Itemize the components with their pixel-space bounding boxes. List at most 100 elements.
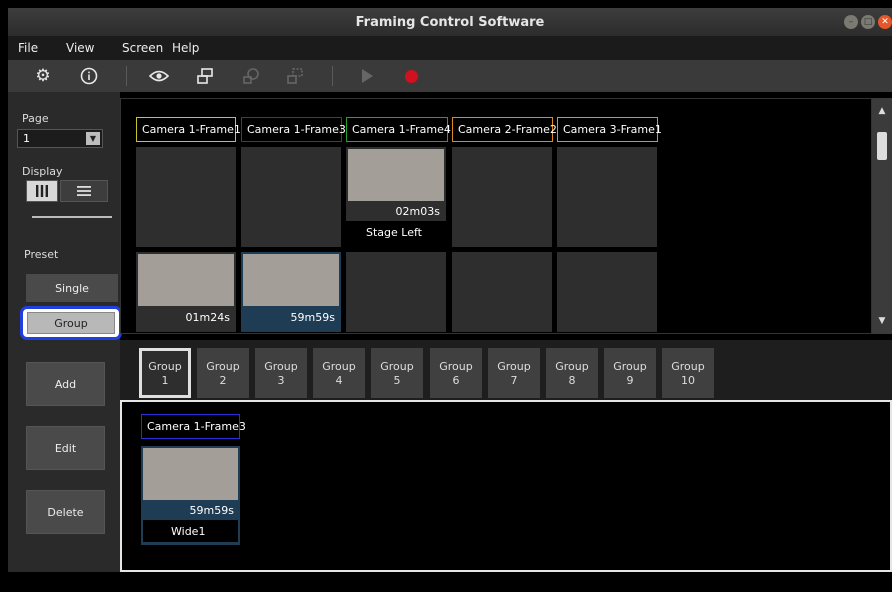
camera-label: Camera 1-Frame4 (346, 117, 451, 142)
frame-cell[interactable]: 01m24s (136, 252, 236, 332)
grid-view-icon (36, 185, 48, 197)
scroll-thumb[interactable] (877, 132, 887, 160)
preset-label: Preset (24, 248, 59, 261)
tab-group-5[interactable]: Group 5 (371, 348, 423, 398)
frame-cell[interactable] (241, 147, 341, 247)
delete-button[interactable]: Delete (26, 490, 105, 534)
tab-number: 2 (219, 374, 227, 387)
menu-file[interactable]: File (18, 41, 38, 55)
tab-label: Group (206, 360, 240, 373)
minimize-button[interactable]: – (844, 15, 858, 29)
frame-cell-selected[interactable]: 59m59s (241, 252, 341, 332)
frame-layout-icon[interactable] (284, 66, 306, 86)
tab-label: Group (380, 360, 414, 373)
page-select[interactable]: 1 ▼ (17, 129, 103, 148)
group-preset-selection: Group (20, 306, 122, 340)
frame-time: 01m24s (185, 311, 230, 324)
tab-label: Group (148, 360, 182, 373)
frame-thumbnail (243, 254, 339, 306)
frame-cell[interactable] (452, 252, 552, 332)
scroll-up-icon[interactable]: ▲ (872, 102, 892, 120)
tab-label: Group (264, 360, 298, 373)
frame-name: Wide1 (143, 520, 238, 542)
display-list-button[interactable] (60, 180, 108, 202)
tab-number: 6 (452, 374, 460, 387)
group-preset-button[interactable]: Group (27, 312, 115, 334)
menu-bar: File View Screen Help (8, 36, 892, 60)
tab-group-1[interactable]: Group 1 (139, 348, 191, 398)
chevron-down-icon: ▼ (86, 132, 100, 145)
frame-thumbnail (138, 254, 234, 306)
tab-number: 7 (510, 374, 518, 387)
tab-group-8[interactable]: Group 8 (546, 348, 598, 398)
camera-label: Camera 1-Frame1 (136, 117, 241, 142)
tab-label: Group (555, 360, 589, 373)
toolbar: ⚙ (8, 60, 892, 92)
frame-arrange-icon[interactable] (194, 66, 216, 86)
tab-number: 10 (681, 374, 695, 387)
frame-time: 59m59s (189, 504, 234, 517)
toolbar-separator (126, 66, 127, 86)
toolbar-separator (332, 66, 333, 86)
page-value: 1 (23, 132, 30, 145)
status-bar (8, 572, 892, 592)
frame-cell[interactable] (346, 252, 446, 332)
menu-screen[interactable]: Screen (122, 41, 163, 55)
display-grid-button[interactable] (26, 180, 58, 202)
tab-label: Group (439, 360, 473, 373)
frame-add-icon[interactable] (240, 66, 262, 86)
frame-thumbnail (348, 149, 444, 201)
play-icon[interactable] (356, 66, 378, 86)
add-button[interactable]: Add (26, 362, 105, 406)
tab-group-10[interactable]: Group 10 (662, 348, 714, 398)
tab-group-9[interactable]: Group 9 (604, 348, 656, 398)
window-title: Framing Control Software (355, 14, 545, 30)
tab-group-6[interactable]: Group 6 (430, 348, 482, 398)
frames-scrollbar[interactable]: ▲ ▼ (872, 98, 892, 334)
title-bar: Framing Control Software – □ ✕ (8, 8, 892, 36)
camera-label: Camera 1-Frame3 (141, 414, 246, 439)
frame-name: Stage Left (346, 221, 446, 243)
display-label: Display (22, 165, 63, 178)
camera-label: Camera 3-Frame1 (557, 117, 662, 142)
tab-label: Group (497, 360, 531, 373)
maximize-button[interactable]: □ (861, 15, 875, 29)
tab-group-4[interactable]: Group 4 (313, 348, 365, 398)
tab-number: 9 (626, 374, 634, 387)
tab-number: 4 (335, 374, 343, 387)
menu-view[interactable]: View (66, 41, 94, 55)
scroll-down-icon[interactable]: ▼ (872, 312, 892, 330)
group-frame-cell[interactable]: 59m59s Wide1 (141, 446, 240, 545)
tab-number: 3 (277, 374, 285, 387)
frame-cell[interactable] (557, 147, 657, 247)
window-controls: – □ ✕ (844, 15, 892, 29)
list-view-icon (77, 186, 91, 196)
single-preset-button[interactable]: Single (26, 274, 118, 302)
edit-button[interactable]: Edit (26, 426, 105, 470)
eye-icon[interactable] (148, 66, 170, 86)
frame-cell[interactable] (557, 252, 657, 332)
tab-label: Group (671, 360, 705, 373)
gear-icon[interactable]: ⚙ (32, 66, 54, 86)
frame-time: 02m03s (395, 205, 440, 218)
camera-label: Camera 1-Frame3 (241, 117, 346, 142)
tab-group-7[interactable]: Group 7 (488, 348, 540, 398)
close-button[interactable]: ✕ (878, 15, 892, 29)
tab-number: 1 (161, 374, 169, 387)
tab-group-2[interactable]: Group 2 (197, 348, 249, 398)
tab-number: 8 (568, 374, 576, 387)
frame-time: 59m59s (290, 311, 335, 324)
page-label: Page (22, 112, 49, 125)
frame-cell[interactable]: 02m03s Stage Left (346, 147, 446, 243)
frame-thumbnail (143, 448, 238, 500)
tab-group-3[interactable]: Group 3 (255, 348, 307, 398)
menu-help[interactable]: Help (172, 41, 199, 55)
frame-cell[interactable] (452, 147, 552, 247)
display-divider (32, 216, 112, 218)
info-icon[interactable] (78, 66, 100, 86)
tab-label: Group (322, 360, 356, 373)
record-icon[interactable] (400, 66, 422, 86)
frame-cell[interactable] (136, 147, 236, 247)
tab-number: 5 (393, 374, 401, 387)
camera-label: Camera 2-Frame2 (452, 117, 557, 142)
